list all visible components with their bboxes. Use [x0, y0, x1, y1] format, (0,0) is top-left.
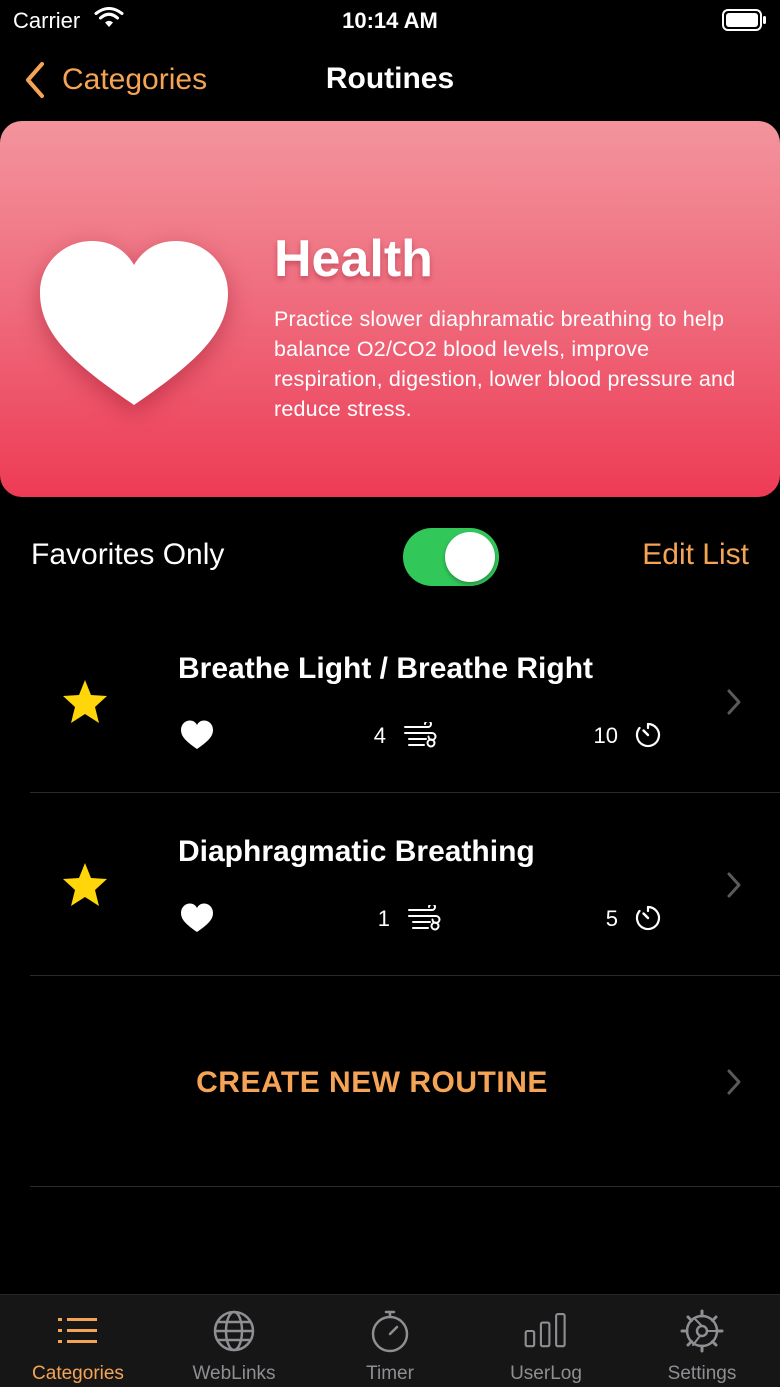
row-separator [30, 1186, 780, 1187]
create-new-routine-button[interactable]: CREATE NEW ROUTINE [0, 976, 780, 1187]
routine-title: Breathe Light / Breathe Right [178, 652, 594, 685]
star-icon[interactable] [60, 678, 110, 726]
stopwatch-icon [371, 1310, 409, 1353]
breath-count: 1 [377, 906, 390, 931]
heart-icon [40, 241, 228, 405]
heart-icon [181, 903, 213, 932]
category-description: Practice slower diaphramatic breathing t… [274, 307, 736, 421]
category-header-card: Health Practice slower diaphramatic brea… [0, 121, 780, 497]
duration-minutes: 10 [593, 723, 618, 748]
tab-label: WebLinks [192, 1363, 276, 1384]
tab-bar: Categories WebLinks Timer UserLog Settin… [0, 1294, 780, 1387]
tab-label: Settings [667, 1363, 737, 1384]
globe-icon [213, 1310, 255, 1352]
chevron-right-icon [727, 872, 741, 898]
tab-label: UserLog [510, 1363, 582, 1384]
page-title: Routines [325, 62, 455, 95]
duration-minutes: 5 [605, 906, 618, 931]
tab-label: Timer [366, 1363, 414, 1384]
timer-icon [635, 722, 661, 748]
battery-icon [722, 9, 766, 31]
edit-list-button[interactable]: Edit List [642, 538, 749, 572]
navigation-bar: Categories Routines [0, 40, 780, 120]
tab-weblinks[interactable]: WebLinks [156, 1295, 312, 1387]
breath-icon [404, 722, 437, 748]
tab-categories[interactable]: Categories [0, 1295, 156, 1387]
timer-icon [635, 905, 661, 931]
favorites-only-label: Favorites Only [31, 538, 225, 571]
chevron-right-icon [727, 1069, 741, 1095]
favorites-only-toggle[interactable] [403, 528, 499, 586]
bar-chart-icon [524, 1313, 566, 1348]
routine-title: Diaphragmatic Breathing [178, 835, 535, 868]
breath-icon [408, 905, 441, 931]
routine-row[interactable]: Diaphragmatic Breathing 1 5 [0, 793, 780, 976]
tab-timer[interactable]: Timer [312, 1295, 468, 1387]
tab-label: Categories [32, 1363, 124, 1384]
gear-icon [680, 1309, 724, 1353]
star-icon[interactable] [60, 861, 110, 909]
status-bar: Carrier 10:14 AM [0, 0, 780, 40]
routine-row[interactable]: Breathe Light / Breathe Right 4 10 [0, 610, 780, 793]
heart-icon [181, 720, 213, 749]
tab-userlog[interactable]: UserLog [468, 1295, 624, 1387]
category-title: Health [274, 230, 433, 288]
tab-settings[interactable]: Settings [624, 1295, 780, 1387]
create-new-routine-label: CREATE NEW ROUTINE [196, 1066, 548, 1099]
breath-count: 4 [373, 723, 386, 748]
list-icon [58, 1318, 97, 1343]
chevron-right-icon [727, 689, 741, 715]
toggle-knob [445, 532, 495, 582]
clock: 10:14 AM [342, 8, 438, 33]
